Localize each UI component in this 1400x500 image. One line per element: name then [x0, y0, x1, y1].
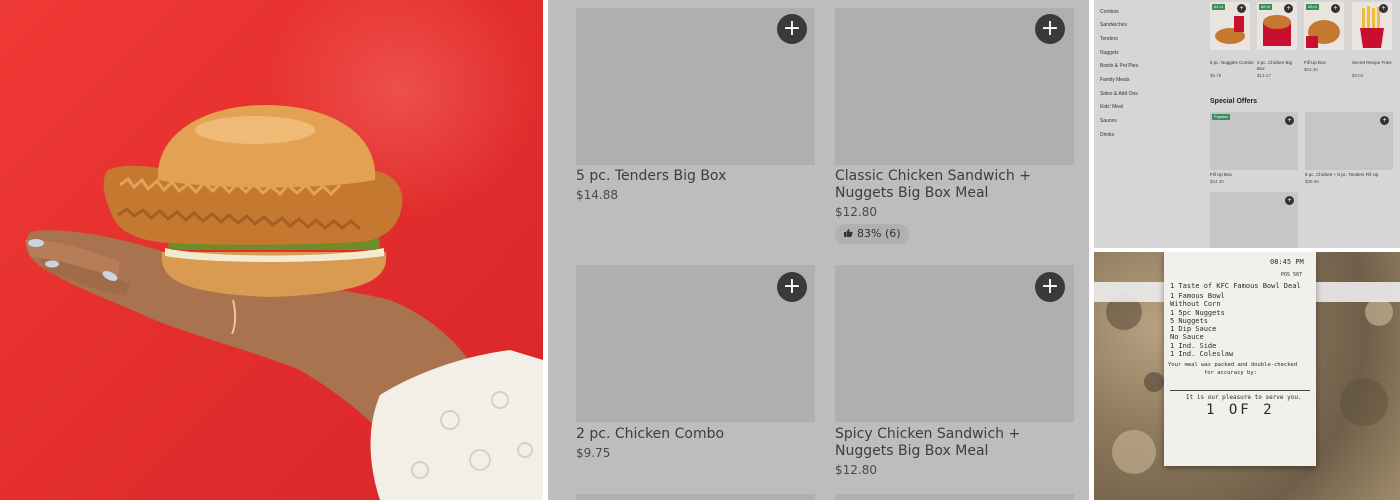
item-price: $12.80: [835, 205, 877, 219]
item-price: $12.80: [835, 463, 877, 477]
sandwich-photo: [0, 0, 543, 500]
receipt-page-count: 1 OF 2: [1206, 402, 1275, 418]
featured-item-price: $3.04: [1352, 73, 1364, 78]
item-title[interactable]: Classic Chicken Sandwich + Nuggets Big B…: [835, 168, 1080, 202]
add-item-button[interactable]: +: [1035, 272, 1065, 302]
receipt-time: 08:45 PM: [1270, 258, 1304, 266]
popular-badge: Popular: [1212, 114, 1230, 120]
receipt-line: 1 Taste of KFC Famous Bowl Deal: [1170, 282, 1301, 290]
offer-name[interactable]: 8 pc. Chicken + 8 pc. Tenders Fill Up: [1305, 172, 1378, 177]
add-item-button[interactable]: +: [1237, 4, 1246, 13]
item-title[interactable]: Spicy Chicken Sandwich + Nuggets Big Box…: [835, 426, 1080, 460]
fingernail: [28, 239, 44, 247]
receipt-line: It is our pleasure to serve you.: [1186, 394, 1302, 401]
category-item[interactable]: Sides & Add Ons: [1100, 91, 1138, 97]
add-item-button[interactable]: +: [777, 14, 807, 44]
category-item[interactable]: Tenders: [1100, 36, 1118, 42]
receipt-paper: 08:45 PM POS 507 1 Taste of KFC Famous B…: [1164, 252, 1316, 466]
offer-price: $24.40: [1210, 179, 1224, 184]
item-price: $14.88: [576, 188, 618, 202]
rating-text: 83% (6): [857, 227, 901, 240]
item-price: $9.75: [576, 446, 611, 460]
app-menu-screenshot: Combos Sandwiches Tenders Nuggets Bowls …: [1094, 0, 1400, 248]
item-image-placeholder: [835, 494, 1074, 500]
add-item-button[interactable]: +: [777, 272, 807, 302]
receipt-line: 1 Ind. Side: [1170, 342, 1217, 350]
receipt-line: 1 Dip Sauce: [1170, 325, 1217, 333]
add-item-button[interactable]: +: [1284, 4, 1293, 13]
add-item-button[interactable]: +: [1285, 196, 1294, 205]
category-item[interactable]: Drinks: [1100, 132, 1114, 138]
category-item[interactable]: Kids' Meal: [1100, 104, 1123, 110]
featured-item-name[interactable]: Fill Up Box: [1304, 60, 1348, 66]
featured-item-name[interactable]: 8 pc. Nuggets Combo: [1210, 60, 1254, 66]
featured-item-price: $9.75: [1210, 73, 1222, 78]
featured-item-name[interactable]: Secret Recipe Fries: [1352, 60, 1396, 66]
receipt-line: for accuracy by:: [1204, 370, 1257, 376]
signature-line: [1170, 390, 1310, 391]
rating-badge: 83% (6): [835, 224, 909, 244]
add-item-button[interactable]: +: [1331, 4, 1340, 13]
receipt-line: No Sauce: [1170, 333, 1204, 341]
receipt-photo: 08:45 PM POS 507 1 Taste of KFC Famous B…: [1094, 252, 1400, 500]
add-item-button[interactable]: +: [1380, 116, 1389, 125]
receipt-line: 1 Ind. Coleslaw: [1170, 350, 1234, 358]
receipt-pos: POS 507: [1281, 272, 1303, 278]
menu-grid: + 5 pc. Tenders Big Box $14.88 + Classic…: [548, 0, 1089, 500]
offer-price: $36.60: [1305, 179, 1319, 184]
item-title[interactable]: 5 pc. Tenders Big Box: [576, 168, 821, 185]
thumbs-up-icon: [844, 229, 853, 237]
receipt-line: 1 Famous Bowl: [1170, 292, 1225, 300]
item-image-placeholder: [576, 494, 815, 500]
plus-icon: +: [1040, 274, 1060, 299]
bun-highlight: [195, 116, 315, 144]
item-title[interactable]: 2 pc. Chicken Combo: [576, 426, 821, 443]
sandwich-illustration: [25, 105, 543, 500]
receipt-line: Your meal was packed and double-checked: [1168, 362, 1298, 368]
featured-item-price: $24.40: [1304, 67, 1318, 72]
category-item[interactable]: Nuggets: [1100, 50, 1119, 56]
add-item-button[interactable]: +: [1285, 116, 1294, 125]
receipt-line: Without Corn: [1170, 300, 1221, 308]
fingernail: [45, 260, 59, 268]
category-item[interactable]: Bowls & Pot Pies: [1100, 63, 1138, 69]
receipt-line: 1 5pc Nuggets: [1170, 309, 1225, 317]
featured-item-name[interactable]: 3 pc. Chicken Big Box: [1257, 60, 1301, 72]
plus-icon: +: [782, 274, 802, 299]
featured-item-price: $13.17: [1257, 73, 1271, 78]
category-item[interactable]: Family Meals: [1100, 77, 1129, 83]
plus-icon: +: [782, 16, 802, 41]
section-title: Special Offers: [1210, 98, 1258, 105]
offer-name[interactable]: Fill Up Box: [1210, 172, 1232, 177]
category-item[interactable]: Combos: [1100, 9, 1119, 15]
category-item[interactable]: Sandwiches: [1100, 22, 1127, 28]
plus-icon: +: [1040, 16, 1060, 41]
receipt-line: 5 Nuggets: [1170, 317, 1208, 325]
category-item[interactable]: Sauces: [1100, 118, 1117, 124]
add-item-button[interactable]: +: [1035, 14, 1065, 44]
add-item-button[interactable]: +: [1379, 4, 1388, 13]
